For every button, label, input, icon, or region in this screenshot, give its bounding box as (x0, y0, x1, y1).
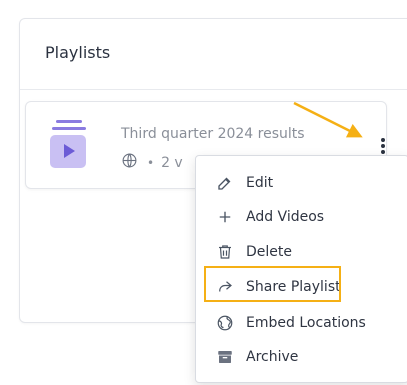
divider (20, 89, 407, 90)
menu-item-label: Share Playlist (246, 279, 341, 295)
share-icon (216, 278, 234, 296)
playlist-thumbnail (50, 120, 88, 170)
trash-icon (216, 243, 234, 261)
playlist-title[interactable]: Third quarter 2024 results (121, 126, 305, 142)
edit-icon (216, 174, 234, 192)
playlist-meta: • 2 v (121, 152, 183, 173)
menu-item-add-videos[interactable]: Add Videos (196, 200, 407, 234)
menu-item-share-playlist[interactable]: Share Playlist (196, 270, 407, 304)
menu-item-embed-locations[interactable]: Embed Locations (196, 306, 407, 340)
menu-item-label: Edit (246, 175, 274, 191)
menu-item-label: Add Videos (246, 209, 325, 225)
menu-item-label: Delete (246, 244, 292, 260)
play-icon (64, 144, 75, 158)
meta-separator: • (147, 155, 155, 170)
menu-item-label: Embed Locations (246, 315, 366, 331)
panel-title: Playlists (45, 43, 111, 62)
video-count: 2 v (161, 154, 183, 171)
menu-item-delete[interactable]: Delete (196, 235, 407, 269)
archive-icon (216, 348, 234, 366)
globe-icon (216, 314, 234, 332)
menu-item-label: Archive (246, 349, 299, 365)
playlist-context-menu: Edit Add Videos Delete Share Playlist Em… (195, 155, 407, 383)
plus-icon (216, 208, 234, 226)
globe-icon (121, 152, 138, 173)
menu-item-archive[interactable]: Archive (196, 340, 407, 374)
menu-item-edit[interactable]: Edit (196, 166, 407, 200)
